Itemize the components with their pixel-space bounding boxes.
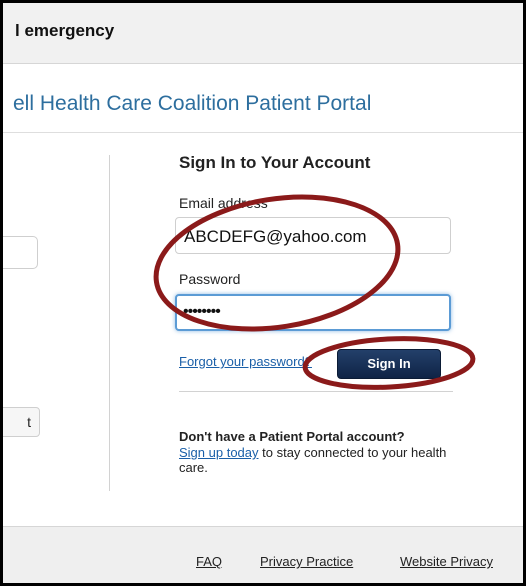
password-field[interactable]: •••••••• xyxy=(175,294,451,331)
emergency-banner-text: l emergency xyxy=(15,21,115,40)
footer-link-faq[interactable]: FAQ xyxy=(196,554,222,569)
password-label: Password xyxy=(179,271,241,287)
title-divider xyxy=(3,132,523,133)
screenshot-frame: l emergency ell Health Care Coalition Pa… xyxy=(0,0,526,586)
email-label: Email address xyxy=(179,195,268,211)
left-panel-input[interactable] xyxy=(3,236,38,269)
signup-text: Sign up today to stay connected to your … xyxy=(179,445,459,475)
signin-divider xyxy=(179,391,453,392)
sign-up-link[interactable]: Sign up today xyxy=(179,445,259,460)
footer: FAQ Privacy Practice Website Privacy xyxy=(3,526,523,583)
email-value: ABCDEFG@yahoo.com xyxy=(184,227,367,246)
signin-heading: Sign In to Your Account xyxy=(179,153,371,172)
column-divider xyxy=(109,155,110,491)
no-account-heading: Don't have a Patient Portal account? xyxy=(179,429,405,444)
sign-in-button[interactable]: Sign In xyxy=(337,349,441,379)
email-field[interactable]: ABCDEFG@yahoo.com xyxy=(175,217,451,254)
password-value: •••••••• xyxy=(183,303,221,320)
emergency-banner: l emergency xyxy=(3,3,523,64)
footer-link-website-privacy[interactable]: Website Privacy xyxy=(400,554,493,569)
footer-link-privacy-practice[interactable]: Privacy Practice xyxy=(260,554,353,569)
forgot-password-link[interactable]: Forgot your password? xyxy=(179,354,312,369)
portal-title: ell Health Care Coalition Patient Portal xyxy=(13,92,372,115)
left-panel-button[interactable]: t xyxy=(3,407,40,437)
